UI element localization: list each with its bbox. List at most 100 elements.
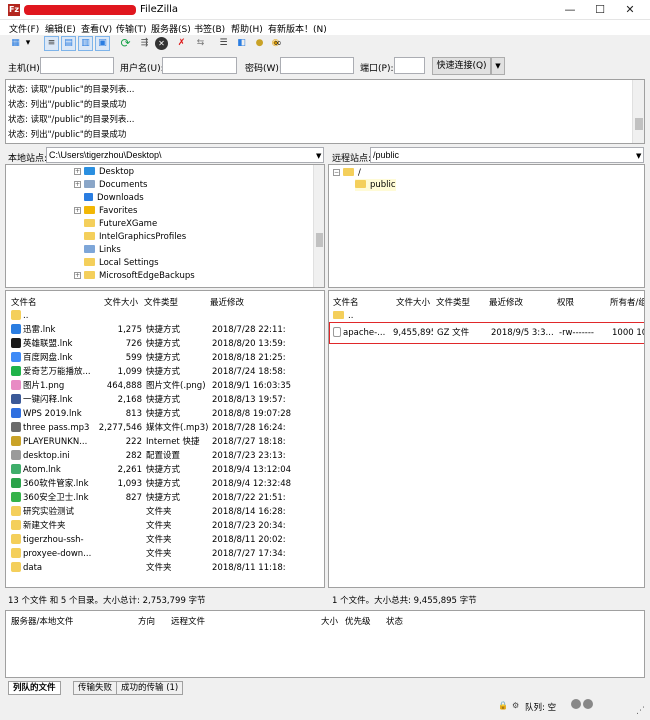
menu-help[interactable]: 帮助(H) <box>231 22 263 35</box>
resize-grip-icon[interactable]: ⋰ <box>636 706 645 716</box>
column-header-size[interactable]: 文件大小 <box>396 296 430 308</box>
local-tree-scrollbar-thumb[interactable] <box>316 233 323 247</box>
disconnect-icon[interactable]: ✗ <box>174 36 189 51</box>
tree-item-public[interactable]: public <box>355 179 396 191</box>
log-scrollbar-thumb[interactable] <box>635 118 643 130</box>
expand-icon[interactable]: + <box>74 168 81 175</box>
password-input[interactable] <box>280 57 354 74</box>
menu-server[interactable]: 服务器(S) <box>151 22 191 35</box>
remote-path-dropdown-icon[interactable]: ▼ <box>636 152 641 160</box>
process-queue-icon[interactable]: ⇶ <box>137 36 152 51</box>
column-header-modified[interactable]: 最近修改 <box>210 296 244 308</box>
column-header-modified[interactable]: 最近修改 <box>489 296 523 308</box>
cancel-icon[interactable]: ✕ <box>155 37 168 50</box>
table-row[interactable]: 研究实验测试 文件夹 2018/8/14 16:28: <box>8 505 322 519</box>
maximize-icon[interactable]: ☐ <box>585 0 615 20</box>
dropdown-arrow-icon[interactable]: ▾ <box>23 36 33 51</box>
column-header-size[interactable]: 文件大小 <box>104 296 138 308</box>
tree-item-desktop[interactable]: + Desktop <box>74 166 134 178</box>
menu-bookmarks[interactable]: 书签(B) <box>194 22 225 35</box>
column-header-name[interactable]: 文件名 <box>11 296 37 308</box>
column-header-owner[interactable]: 所有者/组 <box>610 296 644 308</box>
table-row[interactable]: 迅雷.lnk 1,275 快捷方式 2018/7/28 22:11: <box>8 323 322 337</box>
table-row[interactable]: 英雄联盟.lnk 726 快捷方式 2018/8/20 13:59: <box>8 337 322 351</box>
column-header-remote-file[interactable]: 远程文件 <box>171 615 205 627</box>
tab-successful-transfers[interactable]: 成功的传输 (1) <box>116 681 184 695</box>
table-row[interactable]: Atom.lnk 2,261 快捷方式 2018/9/4 13:12:04 <box>8 463 322 477</box>
toggle-queue-icon[interactable]: ▣ <box>95 36 110 51</box>
column-header-type[interactable]: 文件类型 <box>436 296 470 308</box>
table-row[interactable]: .. <box>8 309 322 323</box>
file-type: 快捷方式 <box>146 353 181 363</box>
compare-icon[interactable]: ◧ <box>234 36 249 51</box>
table-row[interactable]: data 文件夹 2018/8/11 11:18: <box>8 561 322 575</box>
menu-transfer[interactable]: 传输(T) <box>116 22 147 35</box>
refresh-icon[interactable]: ⟳ <box>118 36 133 51</box>
table-row[interactable]: 图片1.png 464,888 图片文件(.png) 2018/9/1 16:03:3… <box>8 379 322 393</box>
table-row[interactable]: apache-... 9,455,895 GZ 文件 2018/9/5 3:3.… <box>331 326 644 340</box>
column-header-permissions[interactable]: 权限 <box>557 296 574 308</box>
local-status: 13 个文件 和 5 个目录。大小总计: 2,753,799 字节 <box>8 596 206 606</box>
tree-item-microsoftedgebackups[interactable]: + MicrosoftEdgeBackups <box>74 270 195 282</box>
username-input[interactable] <box>162 57 237 74</box>
close-icon[interactable]: ✕ <box>615 0 645 20</box>
tree-item-root[interactable]: − / <box>333 167 361 179</box>
column-header-type[interactable]: 文件类型 <box>144 296 178 308</box>
column-header-size[interactable]: 大小 <box>321 615 338 627</box>
table-row[interactable]: 360软件管家.lnk 1,093 快捷方式 2018/9/4 12:32:48 <box>8 477 322 491</box>
expand-icon[interactable]: + <box>74 181 81 188</box>
column-header-priority[interactable]: 优先级 <box>345 615 371 627</box>
column-header-name[interactable]: 文件名 <box>333 296 359 308</box>
menu-file[interactable]: 文件(F) <box>9 22 39 35</box>
port-input[interactable] <box>394 57 425 74</box>
column-header-status[interactable]: 状态 <box>386 615 403 627</box>
toggle-log-icon[interactable]: ≡ <box>44 36 59 51</box>
table-row[interactable]: 百度网盘.lnk 599 快捷方式 2018/8/18 21:25: <box>8 351 322 365</box>
table-row[interactable]: desktop.ini 282 配置设置 2018/7/23 23:13: <box>8 449 322 463</box>
table-row[interactable]: three pass.mp3 2,277,546 媒体文件(.mp3) 2018/7/… <box>8 421 322 435</box>
table-row[interactable]: proxyee-down... 文件夹 2018/7/27 17:34: <box>8 547 322 561</box>
menu-new-version[interactable]: 有新版本！(N) <box>268 22 327 35</box>
tree-item-futurexgame[interactable]: FutureXGame <box>84 218 157 230</box>
minimize-icon[interactable]: — <box>555 0 585 20</box>
menu-edit[interactable]: 编辑(E) <box>45 22 76 35</box>
tree-item-favorites[interactable]: + Favorites <box>74 205 137 217</box>
reconnect-icon[interactable]: ⇆ <box>193 36 208 51</box>
local-tree-scrollbar[interactable] <box>313 165 324 287</box>
local-path-input[interactable] <box>46 147 324 163</box>
tree-item-downloads[interactable]: Downloads <box>84 192 144 204</box>
table-row[interactable]: 一键闪释.lnk 2,168 快捷方式 2018/8/13 19:57: <box>8 393 322 407</box>
column-header-server[interactable]: 服务器/本地文件 <box>11 615 73 627</box>
quickconnect-button[interactable]: 快速连接(Q) <box>432 57 491 75</box>
sync-browse-icon[interactable]: ● <box>252 36 267 51</box>
collapse-icon[interactable]: − <box>333 169 340 176</box>
menu-view[interactable]: 查看(V) <box>81 22 112 35</box>
log-scrollbar[interactable] <box>632 80 644 143</box>
tree-item-links[interactable]: Links <box>84 244 121 256</box>
toggle-remote-tree-icon[interactable]: ▥ <box>78 36 93 51</box>
tab-queued-files[interactable]: 列队的文件 <box>8 681 61 695</box>
local-path-dropdown-icon[interactable]: ▼ <box>316 152 321 160</box>
tab-failed-transfers[interactable]: 传输失败 <box>73 681 118 695</box>
site-manager-icon[interactable]: ▦ <box>8 36 23 51</box>
quickconnect-dropdown-icon[interactable]: ▼ <box>491 57 505 75</box>
expand-icon[interactable]: + <box>74 207 81 214</box>
table-row[interactable]: 新建文件夹 文件夹 2018/7/23 20:34: <box>8 519 322 533</box>
filter-icon[interactable]: ☰ <box>216 36 231 51</box>
table-row[interactable]: WPS 2019.lnk 813 快捷方式 2018/8/8 19:07:28 <box>8 407 322 421</box>
expand-icon[interactable]: + <box>74 272 81 279</box>
toggle-local-tree-icon[interactable]: ▤ <box>61 36 76 51</box>
tree-item-intelgraphicsprofiles[interactable]: IntelGraphicsProfiles <box>84 231 186 243</box>
table-row[interactable]: tigerzhou-ssh- 文件夹 2018/8/11 20:02: <box>8 533 322 547</box>
table-row[interactable]: .. <box>331 309 643 323</box>
host-input[interactable] <box>40 57 114 74</box>
table-row[interactable]: 爱奇艺万能播放... 1,099 快捷方式 2018/7/24 18:58: <box>8 365 322 379</box>
table-row[interactable]: 360安全卫士.lnk 827 快捷方式 2018/7/22 21:51: <box>8 491 322 505</box>
binoculars-icon[interactable]: ∞ <box>270 36 285 51</box>
tree-item-local-settings[interactable]: Local Settings <box>84 257 159 269</box>
remote-path-input[interactable] <box>370 147 644 163</box>
column-header-direction[interactable]: 方向 <box>138 615 155 627</box>
file-name-cell: 一键闪释.lnk <box>11 393 97 407</box>
table-row[interactable]: PLAYERUNKN... 222 Internet 快捷 2018/7/27 18:… <box>8 435 322 449</box>
tree-item-documents[interactable]: + Documents <box>74 179 147 191</box>
